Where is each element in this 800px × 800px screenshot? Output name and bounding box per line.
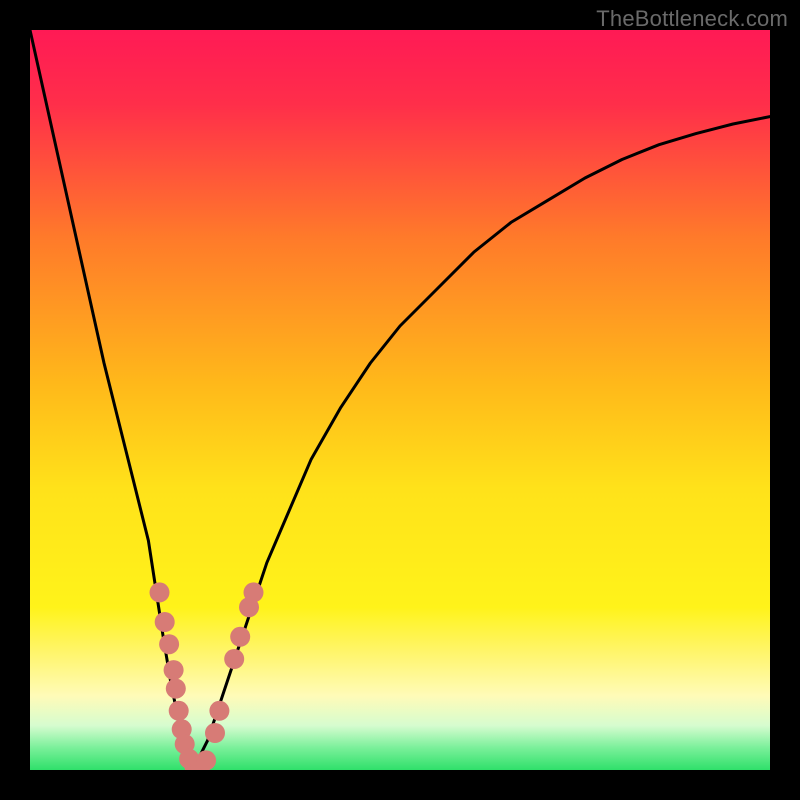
curve-marker <box>169 701 189 721</box>
curve-marker <box>159 634 179 654</box>
outer-frame: TheBottleneck.com <box>0 0 800 800</box>
curve-marker <box>230 627 250 647</box>
curve-marker <box>164 660 184 680</box>
curve-marker <box>166 679 186 699</box>
curve-marker <box>205 723 225 743</box>
curve-marker <box>150 582 170 602</box>
curve-marker <box>196 750 216 770</box>
curve-layer <box>30 30 770 770</box>
bottleneck-curve <box>30 30 770 770</box>
watermark-text: TheBottleneck.com <box>596 6 788 32</box>
curve-marker <box>224 649 244 669</box>
curve-marker <box>244 582 264 602</box>
plot-area <box>30 30 770 770</box>
curve-marker <box>155 612 175 632</box>
curve-marker <box>209 701 229 721</box>
